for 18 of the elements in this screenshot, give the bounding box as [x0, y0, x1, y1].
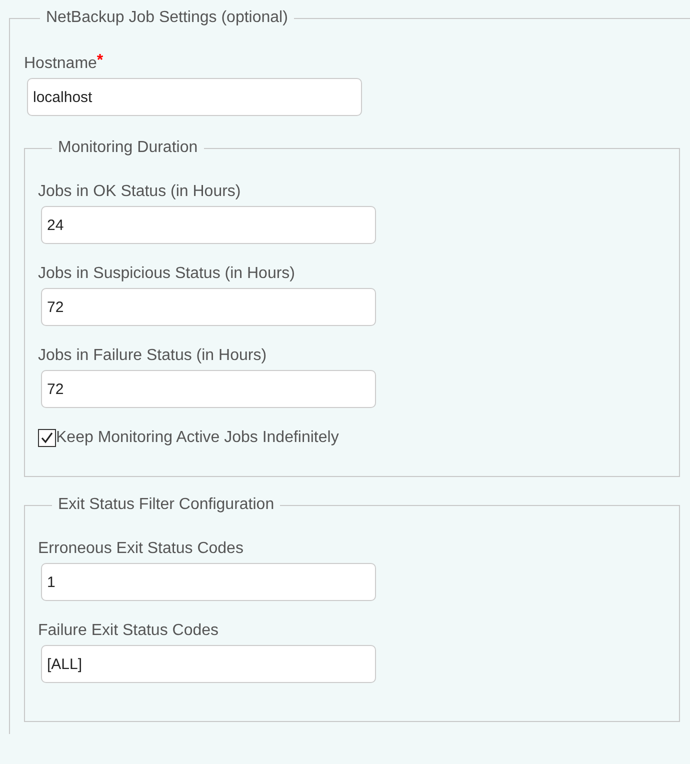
- input-field[interactable]: 72: [41, 370, 376, 408]
- field-label: Erroneous Exit Status Codes: [38, 539, 244, 559]
- group-legend: Exit Status Filter Configuration: [52, 493, 280, 517]
- input-field[interactable]: [ALL]: [41, 645, 376, 683]
- field-label: Jobs in Failure Status (in Hours): [38, 346, 267, 366]
- section-legend: NetBackup Job Settings (optional): [40, 6, 294, 30]
- field-label: Jobs in OK Status (in Hours): [38, 182, 241, 202]
- field-label: Failure Exit Status Codes: [38, 621, 219, 641]
- checkbox[interactable]: [38, 429, 56, 447]
- required-mark: *: [96, 54, 104, 68]
- checkbox-label: Keep Monitoring Active Jobs Indefinitely: [56, 428, 339, 448]
- input-field[interactable]: 72: [41, 288, 376, 326]
- input-field[interactable]: 24: [41, 206, 376, 244]
- field-label: Jobs in Suspicious Status (in Hours): [38, 264, 295, 284]
- group-legend: Monitoring Duration: [52, 136, 204, 160]
- field-label: Hostname: [24, 54, 97, 74]
- input-field[interactable]: localhost: [27, 78, 362, 116]
- input-field[interactable]: 1: [41, 563, 376, 601]
